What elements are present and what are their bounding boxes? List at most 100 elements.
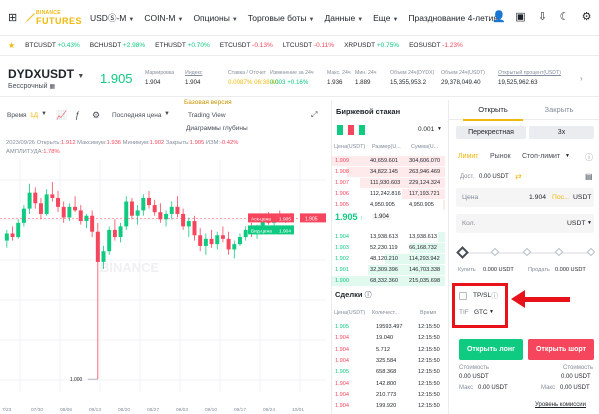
chevron-down-icon[interactable]: ▼ [565, 153, 570, 159]
leverage-button[interactable]: 3x [529, 126, 594, 139]
nav-coinm[interactable]: COIN-M ▼ [144, 13, 183, 23]
quantity-unit[interactable]: USDT [567, 220, 586, 227]
ob-row[interactable]: 1.908 34,822.145 263,946.469 [332, 167, 445, 177]
ob-mark-price: 1.904 [372, 214, 392, 220]
ob-row[interactable]: 1.901 32,309.396 146,703.338 [332, 265, 445, 275]
ticker-item[interactable]: BTCUSDT +0.43% [25, 42, 80, 49]
ticker-item[interactable]: XRPUSDT +0.75% [344, 42, 399, 49]
ob-row[interactable]: 1.904 13,938.613 13,938.613 [332, 232, 445, 242]
candle-body [186, 221, 191, 227]
nav-usdm[interactable]: USDⓈ-M ▼ [90, 12, 134, 24]
candle-body [141, 197, 146, 211]
stat-label: Изменение за 24ч [270, 70, 314, 76]
stat-label[interactable]: Открытый процент(USDT) [498, 70, 561, 76]
highlight-arrow-icon [511, 290, 525, 308]
chevron-down-icon: ▼ [77, 73, 85, 80]
candle-type-icon[interactable]: 📈 [56, 110, 67, 121]
grid-menu-icon[interactable]: ⊞ [8, 11, 17, 24]
depth-bar [438, 232, 445, 242]
ticker-item[interactable]: LTCUSDT -0.11% [283, 42, 334, 49]
open-long-button[interactable]: Открыть лонг [459, 339, 523, 360]
chart-settings-icon[interactable]: ⚙ [92, 110, 100, 121]
indicators-icon[interactable]: ƒ [75, 110, 80, 120]
nav-coinm-label: COIN-M [144, 12, 176, 23]
order-type-stop-limit[interactable]: Стоп-лимит [522, 153, 560, 160]
nav-more[interactable]: Еще ▼ [373, 13, 398, 23]
stat-label: Ставка / Отсчет [228, 70, 266, 76]
chevron-down-icon[interactable]: ▼ [164, 111, 170, 117]
price-type-selector[interactable]: Последняя цена [112, 112, 162, 119]
ob-row[interactable]: 1.909 40,659.601 304,606.070 [332, 156, 445, 166]
ticker-change: +2.98% [122, 42, 146, 49]
trade-qty: 5.712 [376, 346, 390, 353]
symbol-selector[interactable]: DYDXUSDT ▼ [8, 67, 84, 81]
chevron-down-icon[interactable]: ▼ [437, 126, 442, 132]
slider-tick[interactable] [554, 247, 564, 257]
book-view-bids-icon[interactable] [359, 125, 365, 135]
trade-time: 12:15:50 [418, 391, 440, 398]
tab-open[interactable]: Открыть [463, 105, 523, 114]
nav-data-label: Данные [324, 12, 356, 23]
calculator-icon[interactable]: ▤ [585, 172, 593, 181]
ob-row[interactable]: 1.907 111,930.603 229,124.324 [332, 178, 445, 188]
last-price-shortcut[interactable]: Пос... [552, 194, 570, 201]
candle-body [78, 210, 83, 222]
nav-promo[interactable]: Празднование 4-летия Binan [408, 13, 500, 23]
quantity-input[interactable]: Кол. USDT ▼ [456, 214, 594, 233]
basic-version-tab[interactable]: Базовая версия [184, 99, 232, 106]
chevron-right-icon[interactable]: › [580, 74, 583, 83]
slider-tick[interactable] [586, 247, 596, 257]
book-view-both-icon[interactable] [337, 125, 343, 135]
binance-futures-logo[interactable]: BINANCE FUTURES [26, 10, 82, 26]
ob-row[interactable]: 1.906 112,242.816 117,193.721 [332, 189, 445, 199]
ticker-symbol: BCHUSDT [89, 42, 122, 49]
margin-mode-button[interactable]: Перекрестная [456, 126, 526, 139]
ob-row[interactable]: 1.905 4,950.905 4,950.905 [332, 200, 445, 210]
fee-level-link[interactable]: Уровень комиссии [535, 402, 586, 408]
settings-gear-icon[interactable]: ⚙ [580, 11, 593, 24]
wallet-icon[interactable]: ▣ [514, 11, 527, 24]
candle-body [27, 192, 32, 209]
chevron-down-icon[interactable]: ▼ [41, 111, 47, 117]
interval-selector[interactable]: 1Д [30, 112, 38, 119]
transfer-icon[interactable]: ⇄ [515, 172, 522, 181]
ob-row[interactable]: 1.900 68,332.360 215,035.698 [332, 276, 445, 286]
order-info-icon[interactable]: ⓘ [585, 152, 593, 163]
fullscreen-icon[interactable]: ⤢ [311, 110, 317, 120]
order-type-limit[interactable]: Лимит [458, 153, 478, 160]
theme-moon-icon[interactable]: ☾ [558, 11, 571, 24]
ob-sum: 4,950.905 [409, 202, 434, 208]
ticker-item[interactable]: EOSUSDT -1.23% [409, 42, 463, 49]
candlestick-chart[interactable]: BINANCE 1.000 Аск-цена 1.905 1.905 Бид-цена 1.… [0, 160, 326, 414]
candle-body [135, 210, 140, 216]
stat-label[interactable]: Индекс [185, 70, 202, 76]
slider-tick[interactable] [490, 247, 500, 257]
ob-row[interactable]: 1.902 48,120.210 114,293.942 [332, 254, 445, 264]
tab-close[interactable]: Закрыть [529, 105, 589, 114]
arrow-up-icon: ↑ [360, 216, 364, 222]
ob-size: 34,822.145 [370, 169, 398, 175]
tradingview-tab[interactable]: Trading View [188, 112, 226, 119]
depth-chart-tab[interactable]: Диаграммы глубины [186, 125, 248, 132]
book-view-asks-icon[interactable] [348, 125, 354, 135]
info-icon[interactable]: ⓘ [365, 292, 372, 299]
x-tick-label: 10/01 [292, 407, 304, 413]
ticker-item[interactable]: BCHUSDT +2.98% [90, 42, 145, 49]
nav-trading-bots[interactable]: Торговые боты ▼ [248, 13, 315, 23]
download-icon[interactable]: ⇩ [536, 11, 549, 24]
user-icon[interactable]: 👤 [492, 11, 506, 24]
ticker-item[interactable]: ETHUSDT +0.70% [155, 42, 210, 49]
open-short-button[interactable]: Открыть шорт [528, 339, 594, 360]
chevron-down-icon[interactable]: ▼ [587, 220, 592, 226]
slider-tick[interactable] [522, 247, 532, 257]
ticker-item[interactable]: ETCUSDT -0.13% [220, 42, 273, 49]
x-tick-label: 08/13 [89, 407, 101, 413]
precision-selector[interactable]: 0.001 [418, 126, 434, 133]
nav-options[interactable]: Опционы ▼ [193, 13, 237, 23]
price-input[interactable]: Цена 1.904 Пос... USDT [456, 188, 594, 207]
nav-data[interactable]: Данные ▼ [324, 13, 363, 23]
order-type-market[interactable]: Рынок [490, 153, 511, 160]
favorite-star-icon[interactable]: ★ [8, 41, 15, 50]
slider-handle[interactable] [456, 246, 469, 259]
ob-row[interactable]: 1.903 52,230.119 66,168.732 [332, 243, 445, 253]
